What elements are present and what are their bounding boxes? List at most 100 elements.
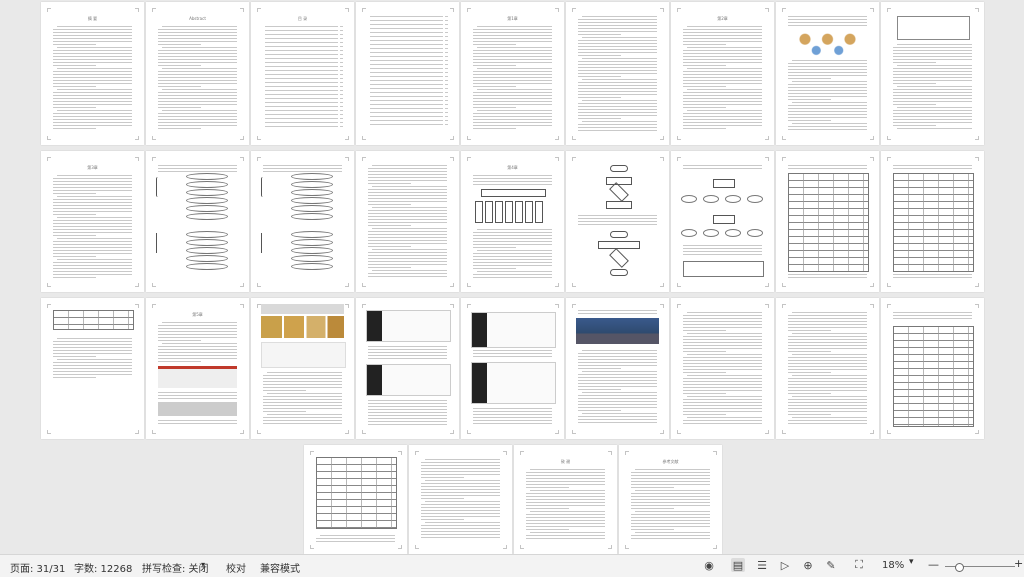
page-thumbnail[interactable] bbox=[671, 151, 774, 292]
page-view-icon[interactable]: ▤ bbox=[731, 558, 745, 572]
play-icon[interactable]: ▷ bbox=[778, 558, 792, 572]
chevron-down-icon[interactable]: ▾ bbox=[201, 560, 205, 569]
text-line bbox=[683, 29, 762, 30]
page-thumbnail[interactable] bbox=[41, 298, 144, 439]
zoom-slider[interactable] bbox=[945, 563, 1015, 572]
fit-page-icon[interactable]: ⛶ bbox=[852, 558, 866, 572]
page-thumbnail[interactable]: 摘 要 bbox=[41, 2, 144, 145]
text-line bbox=[53, 92, 132, 93]
text-line bbox=[683, 348, 762, 349]
text-line bbox=[370, 48, 443, 49]
text-line bbox=[57, 26, 132, 27]
text-line bbox=[530, 469, 605, 470]
page-thumbnail[interactable] bbox=[146, 151, 249, 292]
page-thumbnail[interactable] bbox=[356, 298, 459, 439]
text-line bbox=[526, 523, 605, 524]
text-line bbox=[893, 101, 972, 102]
page-thumbnail[interactable] bbox=[881, 298, 984, 439]
text-line bbox=[897, 107, 972, 108]
page-thumbnail[interactable] bbox=[461, 298, 564, 439]
text-line bbox=[897, 86, 972, 87]
corner-mark bbox=[503, 451, 507, 455]
globe-icon[interactable]: ⊕ bbox=[801, 558, 815, 572]
page-thumbnail[interactable]: 第4章 bbox=[461, 151, 564, 292]
corner-mark bbox=[975, 8, 979, 12]
text-line bbox=[631, 508, 675, 509]
page-thumbnail[interactable] bbox=[566, 151, 669, 292]
text-line bbox=[53, 113, 132, 114]
eye-icon[interactable]: ◉ bbox=[702, 558, 716, 572]
page-thumbnail[interactable] bbox=[776, 151, 879, 292]
use-case-ellipse bbox=[186, 205, 228, 212]
page-thumbnail[interactable]: 致 谢 bbox=[514, 445, 617, 554]
text-line bbox=[788, 93, 867, 94]
text-line bbox=[473, 83, 552, 84]
text-line bbox=[893, 122, 972, 123]
text-line bbox=[687, 417, 762, 418]
zoom-level[interactable]: 18% bbox=[882, 560, 904, 571]
page-thumbnail[interactable] bbox=[881, 2, 984, 145]
page-thumbnail[interactable]: 第6章 bbox=[304, 445, 407, 554]
zoom-in-icon[interactable]: + bbox=[1014, 557, 1023, 570]
text-line bbox=[788, 324, 867, 325]
text-line bbox=[263, 408, 342, 409]
text-line bbox=[53, 41, 132, 42]
text-line bbox=[473, 235, 552, 236]
text-line bbox=[526, 481, 605, 482]
text-line bbox=[370, 120, 443, 121]
page-thumbnail[interactable]: 目 录 bbox=[251, 2, 354, 145]
text-line bbox=[477, 68, 552, 69]
text-line bbox=[788, 342, 867, 343]
page-thumbnail[interactable] bbox=[251, 298, 354, 439]
page-thumbnail[interactable] bbox=[881, 151, 984, 292]
compat-mode[interactable]: 兼容模式 bbox=[260, 560, 300, 575]
toc-page-number bbox=[445, 64, 448, 65]
corner-mark bbox=[47, 8, 51, 12]
outline-icon[interactable]: ☰ bbox=[755, 558, 769, 572]
zoom-out-icon[interactable]: — bbox=[928, 558, 939, 571]
page-thumbnail[interactable] bbox=[356, 151, 459, 292]
page-thumbnail[interactable] bbox=[776, 298, 879, 439]
toc-page-number bbox=[445, 120, 448, 121]
text-line bbox=[683, 62, 762, 63]
text-line bbox=[683, 92, 762, 93]
page-indicator[interactable]: 页面: 31/31 bbox=[10, 560, 65, 575]
toc-page-number bbox=[445, 28, 448, 29]
page-thumbnail[interactable]: 第3章 bbox=[41, 151, 144, 292]
page-thumbnail[interactable] bbox=[251, 151, 354, 292]
page-thumbnail[interactable]: Abstract bbox=[146, 2, 249, 145]
page-thumbnail[interactable] bbox=[776, 2, 879, 145]
page-thumbnail[interactable] bbox=[356, 2, 459, 145]
use-case-ellipse bbox=[186, 247, 228, 254]
text-line bbox=[265, 78, 338, 79]
chevron-down-icon[interactable]: ▾ bbox=[909, 557, 914, 567]
text-line bbox=[53, 32, 132, 33]
corner-mark bbox=[660, 8, 664, 12]
word-count[interactable]: 字数: 12268 bbox=[74, 560, 132, 575]
page-thumbnail[interactable]: 参考文献 bbox=[619, 445, 722, 554]
page-thumbnail[interactable]: 第2章 bbox=[671, 2, 774, 145]
corner-mark bbox=[660, 304, 664, 308]
corner-mark bbox=[782, 157, 786, 161]
text-line bbox=[368, 168, 447, 169]
text-line bbox=[683, 80, 762, 81]
page-thumbnail[interactable] bbox=[566, 298, 669, 439]
pen-icon[interactable]: ✎ bbox=[824, 558, 838, 572]
page-thumbnail[interactable] bbox=[409, 445, 512, 554]
zoom-slider-knob[interactable] bbox=[954, 563, 964, 572]
corner-mark bbox=[765, 283, 769, 287]
corner-mark bbox=[572, 430, 576, 434]
text-line bbox=[788, 339, 867, 340]
spellcheck-status[interactable]: 拼写检查: 关闭 bbox=[142, 560, 209, 575]
page-thumbnail[interactable] bbox=[671, 298, 774, 439]
page-thumbnail[interactable] bbox=[566, 2, 669, 145]
document-canvas[interactable]: 摘 要 Abstract 目 录 第1章 第2章第3章 第4章第5章第6章 致 谢 参考文献 bbox=[0, 0, 1024, 554]
page-thumbnail[interactable]: 第1章 bbox=[461, 2, 564, 145]
corner-mark bbox=[975, 157, 979, 161]
corner-mark bbox=[555, 283, 559, 287]
use-case-ellipse bbox=[186, 173, 228, 180]
page-thumbnail[interactable]: 第5章 bbox=[146, 298, 249, 439]
text-line bbox=[53, 362, 132, 363]
text-line bbox=[263, 420, 342, 421]
proofread-button[interactable]: 校对 bbox=[226, 560, 246, 575]
